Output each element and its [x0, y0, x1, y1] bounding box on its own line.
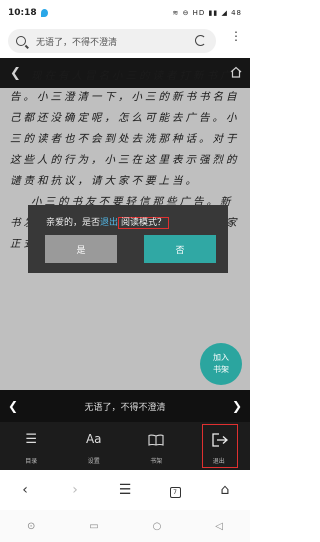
home-button-icon[interactable]: ○ [153, 521, 162, 532]
system-back-icon[interactable]: ◁ [215, 521, 223, 532]
browser-home-icon[interactable]: ⌂ [210, 482, 240, 498]
browser-search-bar: 无语了，不得不澄清 ⋮ [0, 26, 250, 56]
toolbar-item-label: 设置 [87, 458, 100, 465]
fab-label-line1: 加入 [213, 353, 229, 362]
toolbar-item-exit[interactable]: 退出 [188, 422, 251, 470]
status-time: 10:18 [8, 8, 37, 18]
toolbar-item-label: 目录 [25, 458, 38, 465]
browser-back-icon[interactable]: ‹ [10, 482, 40, 498]
tabs-button[interactable]: 7 [160, 482, 190, 498]
confirm-button[interactable]: 是 [45, 235, 117, 263]
chapter-bar: ❮ 无语了，不得不澄清 ❯ [0, 390, 250, 422]
cancel-button[interactable]: 否 [144, 235, 216, 263]
chapter-title: 无语了，不得不澄清 [84, 403, 166, 413]
search-icon [16, 36, 26, 46]
exit-icon [211, 433, 228, 447]
status-indicators: ≋ ⊖ HD ▮▮ ◢ 48 [172, 9, 242, 17]
list-icon: ☰ [25, 432, 38, 447]
assistant-icon[interactable]: ⊙ [27, 521, 35, 532]
recent-apps-icon[interactable]: ▭ [89, 521, 98, 532]
system-nav-bar: ⊙ ▭ ○ ◁ [0, 510, 250, 542]
toolbar-item-label: 退出 [212, 458, 225, 465]
search-input[interactable]: 无语了，不得不澄清 [8, 29, 216, 53]
status-bar: 10:18 ≋ ⊖ HD ▮▮ ◢ 48 [0, 0, 250, 26]
reload-icon[interactable] [195, 35, 206, 46]
dialog-message-mode: 阅读模式 [121, 218, 158, 228]
tab-count: 7 [169, 487, 181, 498]
browser-bottom-nav: ‹ › ☰ 7 ⌂ [0, 470, 250, 510]
add-to-bookshelf-button[interactable]: 加入 书架 [200, 343, 242, 385]
chat-notification-icon [40, 9, 48, 17]
toolbar-item-bookshelf[interactable]: 书架 [125, 422, 188, 470]
dialog-message-action: 退出 [100, 218, 119, 228]
next-chapter-icon[interactable]: ❯ [232, 399, 242, 413]
font-settings-icon: Aa [85, 432, 102, 446]
book-icon [148, 434, 164, 446]
reader-toolbar: ☰ 目录 Aa 设置 书架 退出 [0, 422, 250, 470]
browser-forward-icon[interactable]: › [60, 482, 90, 498]
toolbar-item-settings[interactable]: Aa 设置 [63, 422, 126, 470]
fab-label-line2: 书架 [213, 365, 229, 374]
dialog-message-prefix: 亲爱的，是否 [46, 218, 101, 228]
more-options-icon[interactable]: ⋮ [230, 30, 242, 42]
exit-reading-mode-dialog: 亲爱的，是否退出 阅读模式？ 是 否 [28, 205, 228, 273]
search-query: 无语了，不得不澄清 [36, 37, 118, 48]
menu-icon[interactable]: ☰ [110, 482, 140, 498]
dialog-highlight-box: 阅读模式？ [118, 217, 170, 229]
dialog-message-suffix: ？ [157, 218, 167, 228]
toolbar-item-contents[interactable]: ☰ 目录 [0, 422, 63, 470]
toolbar-item-label: 书架 [150, 458, 163, 465]
dialog-message: 亲爱的，是否退出 阅读模式？ [46, 215, 170, 229]
